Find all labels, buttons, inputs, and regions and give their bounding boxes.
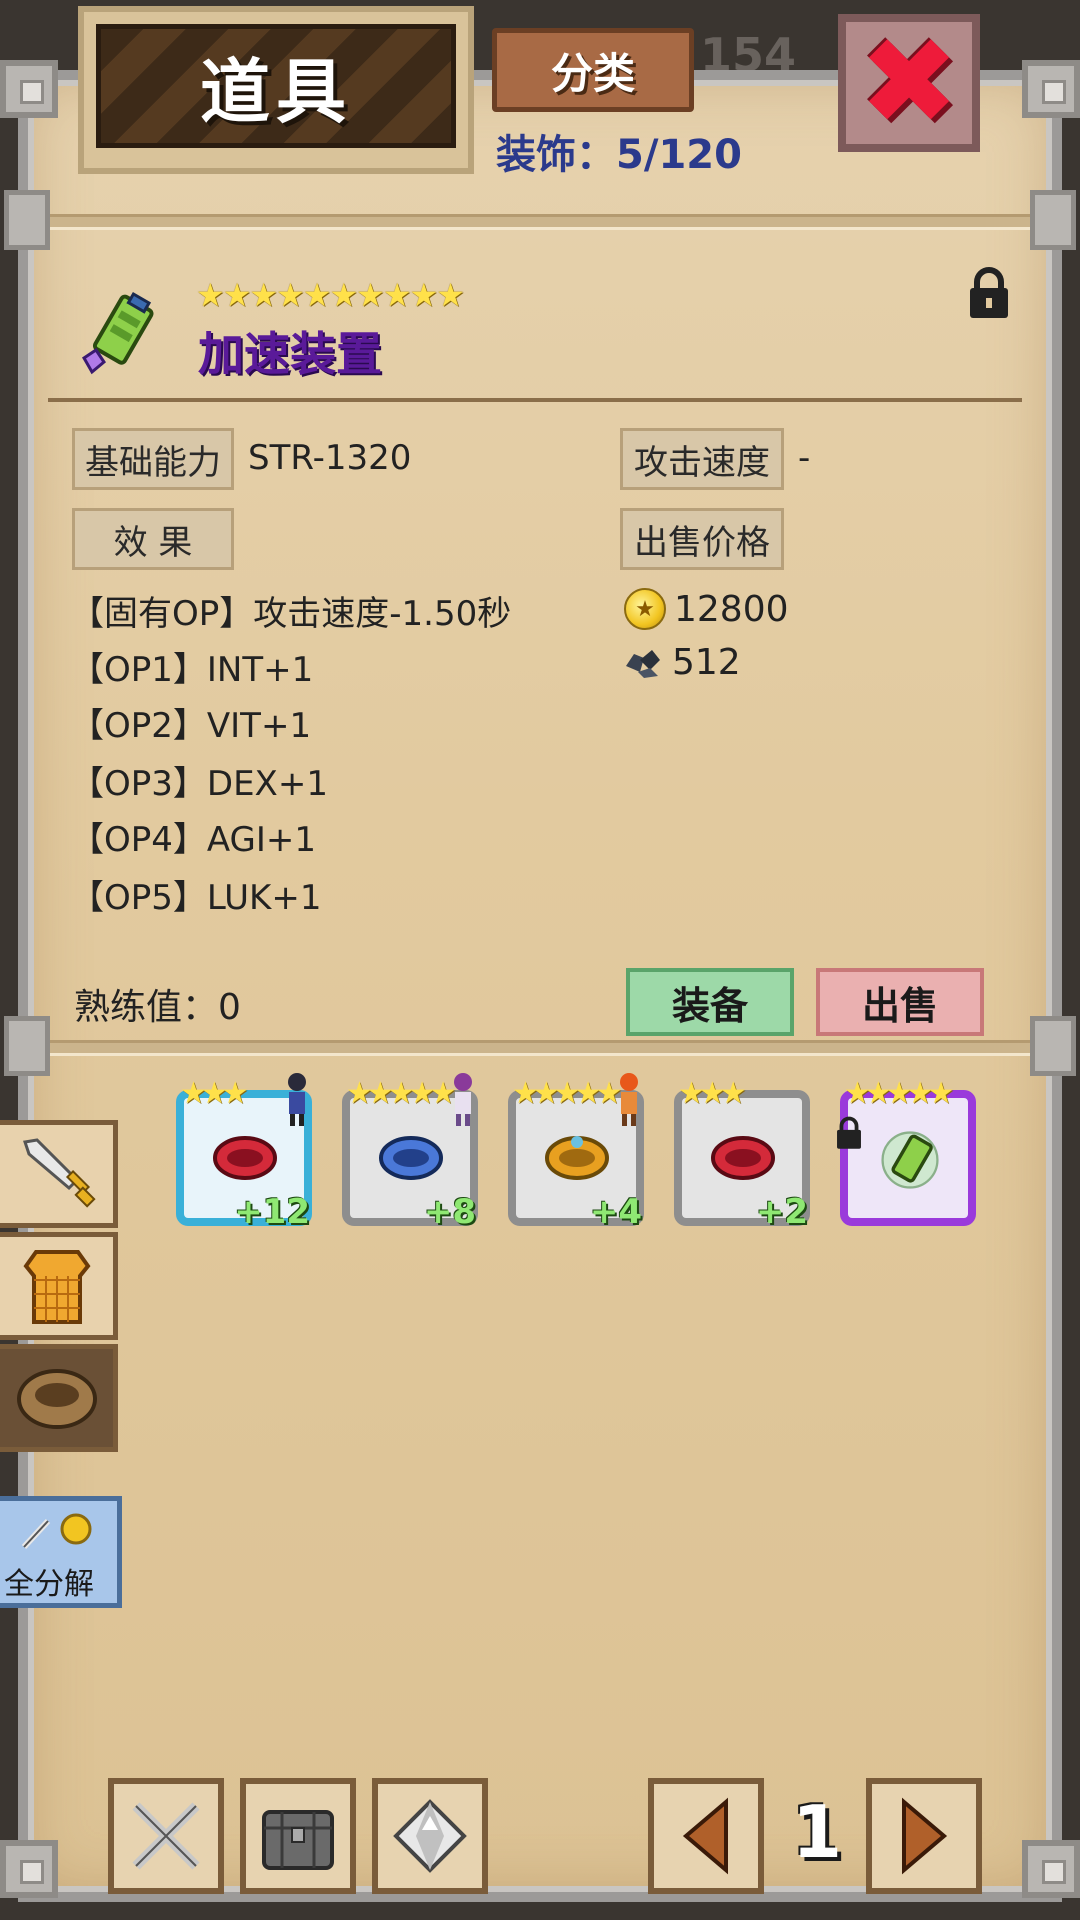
character-avatar (620, 1073, 638, 1126)
option-innate: 【固有OP】攻击速度-1.50秒 (70, 594, 512, 634)
hammer-spark-icon (21, 1513, 92, 1550)
frame-corner (0, 1840, 58, 1898)
page-number: 1 (792, 1790, 843, 1874)
arrow-right-icon (902, 1797, 948, 1875)
option-1: 【OP1】INT+1 (70, 650, 314, 690)
decompose-all-label: 全分解 (4, 1567, 94, 1602)
bottom-gem-button[interactable] (372, 1778, 488, 1894)
diamond-icon (393, 1799, 467, 1873)
option-2: 【OP2】VIT+1 (70, 706, 312, 746)
inventory-slot[interactable]: ★★★ +2 (674, 1076, 810, 1232)
decoration-count: 装饰：5/120 (496, 132, 742, 178)
option-3: 【OP3】DEX+1 (70, 764, 328, 804)
gold-coin-icon: ★ (624, 588, 666, 630)
separator-bolt (4, 1016, 50, 1076)
sell-price-label: 出售价格 (620, 508, 784, 570)
ring-icon (545, 1136, 609, 1180)
bottom-weapons-button[interactable] (108, 1778, 224, 1894)
slot-stars: ★★★★★ (346, 1076, 457, 1111)
frame-corner (0, 60, 58, 118)
close-button[interactable]: ✖ (838, 14, 980, 152)
enhance-level: +4 (589, 1192, 642, 1232)
item-stars: ★★★★★★★★★★ (196, 276, 465, 314)
lock-icon (837, 1116, 861, 1149)
effect-label: 效 果 (72, 508, 234, 570)
enhance-level: +8 (423, 1192, 476, 1232)
separator-bolt (1030, 1016, 1076, 1076)
character-avatar (454, 1073, 472, 1126)
previous-page-button[interactable] (648, 1778, 764, 1894)
speed-device-icon (82, 291, 154, 375)
inventory-slot[interactable]: ★★★★★ +4 (508, 1073, 644, 1232)
inventory-slot-selected[interactable]: ★★★★★ (837, 1076, 976, 1226)
ring-icon (379, 1136, 443, 1180)
arrow-left-icon (682, 1797, 728, 1875)
gold-price: ★ 12800 (624, 588, 789, 630)
base-ability-value: STR-1320 (248, 438, 412, 478)
character-avatar (288, 1073, 306, 1126)
slot-stars: ★★★★★ (512, 1076, 623, 1111)
enhance-level: +2 (755, 1192, 808, 1232)
inventory-slot[interactable]: ★★★ +12 (176, 1073, 312, 1232)
slot-stars: ★★★★★ (844, 1076, 955, 1111)
slot-stars: ★★★ (180, 1076, 249, 1111)
accessory-icon (16, 1369, 97, 1429)
header-separator (40, 214, 1040, 230)
attack-speed-value: - (798, 438, 811, 478)
enhance-level: +12 (234, 1192, 310, 1232)
inventory-slot[interactable]: ★★★★★ +8 (342, 1073, 478, 1232)
ring-icon (213, 1136, 277, 1180)
slot-stars: ★★★ (678, 1076, 747, 1111)
equip-button[interactable]: 装备 (626, 968, 794, 1036)
lock-icon[interactable] (966, 266, 1012, 320)
title-plaque: 道具 (78, 6, 474, 174)
ore-price-value: 512 (672, 642, 741, 683)
frame-corner (1022, 60, 1080, 118)
category-button[interactable]: 分类 (492, 28, 694, 112)
page-title: 道具 (200, 50, 352, 133)
tab-armor[interactable] (0, 1232, 118, 1340)
detail-separator (40, 1040, 1040, 1056)
frame-corner (1022, 1840, 1080, 1898)
tab-weapon[interactable] (0, 1120, 118, 1228)
title-board: 道具 (96, 24, 456, 148)
attack-speed-label: 攻击速度 (620, 428, 784, 490)
mastery-value: 熟练值：0 (74, 987, 241, 1028)
gold-price-value: 12800 (674, 588, 789, 630)
separator-bolt (1030, 190, 1076, 250)
base-ability-label: 基础能力 (72, 428, 234, 490)
speed-device-icon (881, 1131, 939, 1189)
item-header-divider (48, 398, 1022, 402)
ore-icon (626, 649, 660, 678)
sell-button[interactable]: 出售 (816, 968, 984, 1036)
item-name: 加速装置 (198, 327, 382, 381)
sword-icon (22, 1138, 96, 1208)
treasure-chest-icon (262, 1810, 334, 1870)
decompose-all-button[interactable]: 全分解 (0, 1496, 122, 1608)
tab-accessory[interactable] (0, 1344, 118, 1452)
close-x-icon: ✖ (858, 13, 960, 152)
ore-price: 512 (624, 642, 741, 683)
next-page-button[interactable] (866, 1778, 982, 1894)
separator-bolt (4, 190, 50, 250)
ring-icon (711, 1136, 775, 1180)
option-5: 【OP5】LUK+1 (70, 878, 322, 918)
bottom-chest-button[interactable] (240, 1778, 356, 1894)
armor-icon (22, 1250, 91, 1324)
inventory-screen: 154 道具 分类 装饰：5/120 ✖ ★★★★★★★★★★ 加速装置 基础能… (0, 0, 1080, 1920)
crossed-swords-icon (132, 1802, 200, 1870)
option-4: 【OP4】AGI+1 (70, 820, 317, 860)
